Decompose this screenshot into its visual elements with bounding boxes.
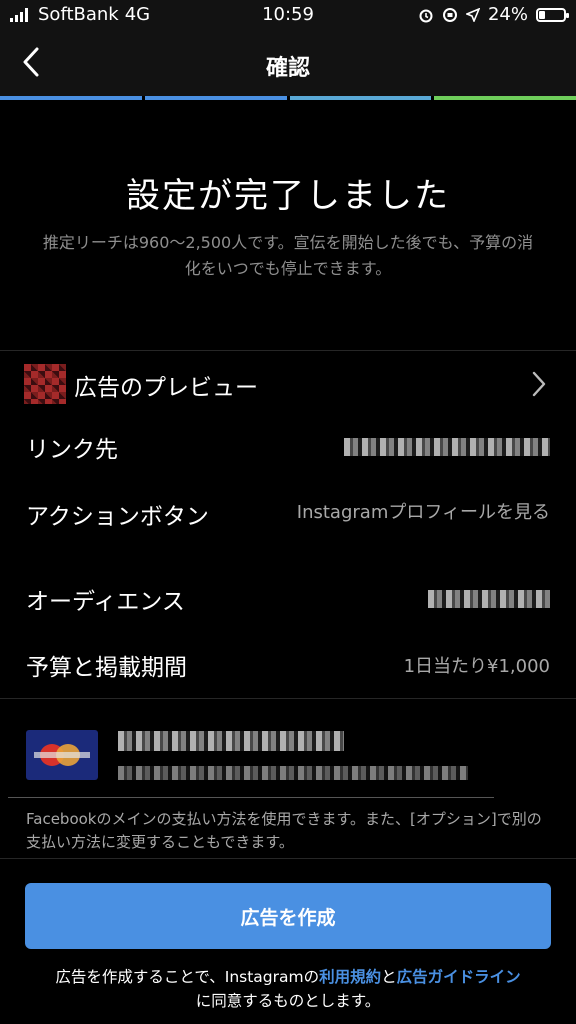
location-icon [465,7,480,22]
divider [8,797,494,798]
alarm-icon [419,9,433,22]
progress-segment [289,96,432,100]
card-detail-redacted [118,762,468,781]
credit-card-icon [26,730,98,780]
action-button-row: アクションボタン Instagramプロフィールを見る [0,497,576,557]
ad-preview-row[interactable]: 広告のプレビュー [0,352,576,414]
divider [0,350,576,351]
audience-label: オーディエンス [26,589,185,615]
progress-segment [0,96,142,100]
budget-row: 予算と掲載期間 1日当たり¥1,000 [0,648,576,688]
budget-label: 予算と掲載期間 [26,655,187,681]
terms-text: 広告を作成することで、Instagramの利用規約と広告ガイドライン に同意するも… [20,965,556,1013]
completion-title: 設定が完了しました [126,176,450,216]
budget-value: 1日当たり¥1,000 [403,656,550,677]
chevron-right-icon [532,371,546,397]
terms-prefix: 広告を作成することで、Instagramの [55,968,320,986]
payment-method-row[interactable] [0,700,576,796]
divider [0,858,576,859]
link-label: リンク先 [26,437,118,463]
terms-suffix: に同意するものとします。 [195,992,381,1010]
page-title: 確認 [265,56,310,81]
ad-preview-label: 広告のプレビュー [74,375,258,401]
rotation-lock-icon [442,7,457,22]
link-value-redacted [344,436,550,457]
nav-bar: 確認 [0,30,576,96]
action-button-label: アクションボタン [26,504,209,530]
divider [0,698,576,699]
action-button-value: Instagramプロフィールを見る [296,502,550,523]
link-row: リンク先 [0,430,576,470]
create-ad-button[interactable]: 広告を作成 [25,883,551,949]
terms-of-use-link[interactable]: 利用規約 [319,968,381,986]
status-icons: 24% [418,4,569,25]
reach-description: 推定リーチは960〜2,500人です。宣伝を開始した後でも、予算の消化をいつでも… [42,233,534,278]
card-name-redacted [118,730,344,751]
ad-thumbnail [24,364,66,404]
battery-percent: 24% [487,4,528,25]
audience-value-redacted [428,588,550,609]
step-progress-bar [0,96,576,100]
battery-icon [536,7,569,22]
status-bar: SoftBank 4G 10:59 24% [0,0,576,30]
progress-segment [434,96,576,100]
progress-segment [144,96,287,100]
create-ad-label: 広告を作成 [240,906,336,929]
terms-mid: と [381,968,397,986]
ad-guidelines-link[interactable]: 広告ガイドライン [397,968,521,986]
audience-row: オーディエンス [0,582,576,622]
payment-note: Facebookのメインの支払い方法を使用できます。また、[オプション]で別の支… [26,810,542,851]
